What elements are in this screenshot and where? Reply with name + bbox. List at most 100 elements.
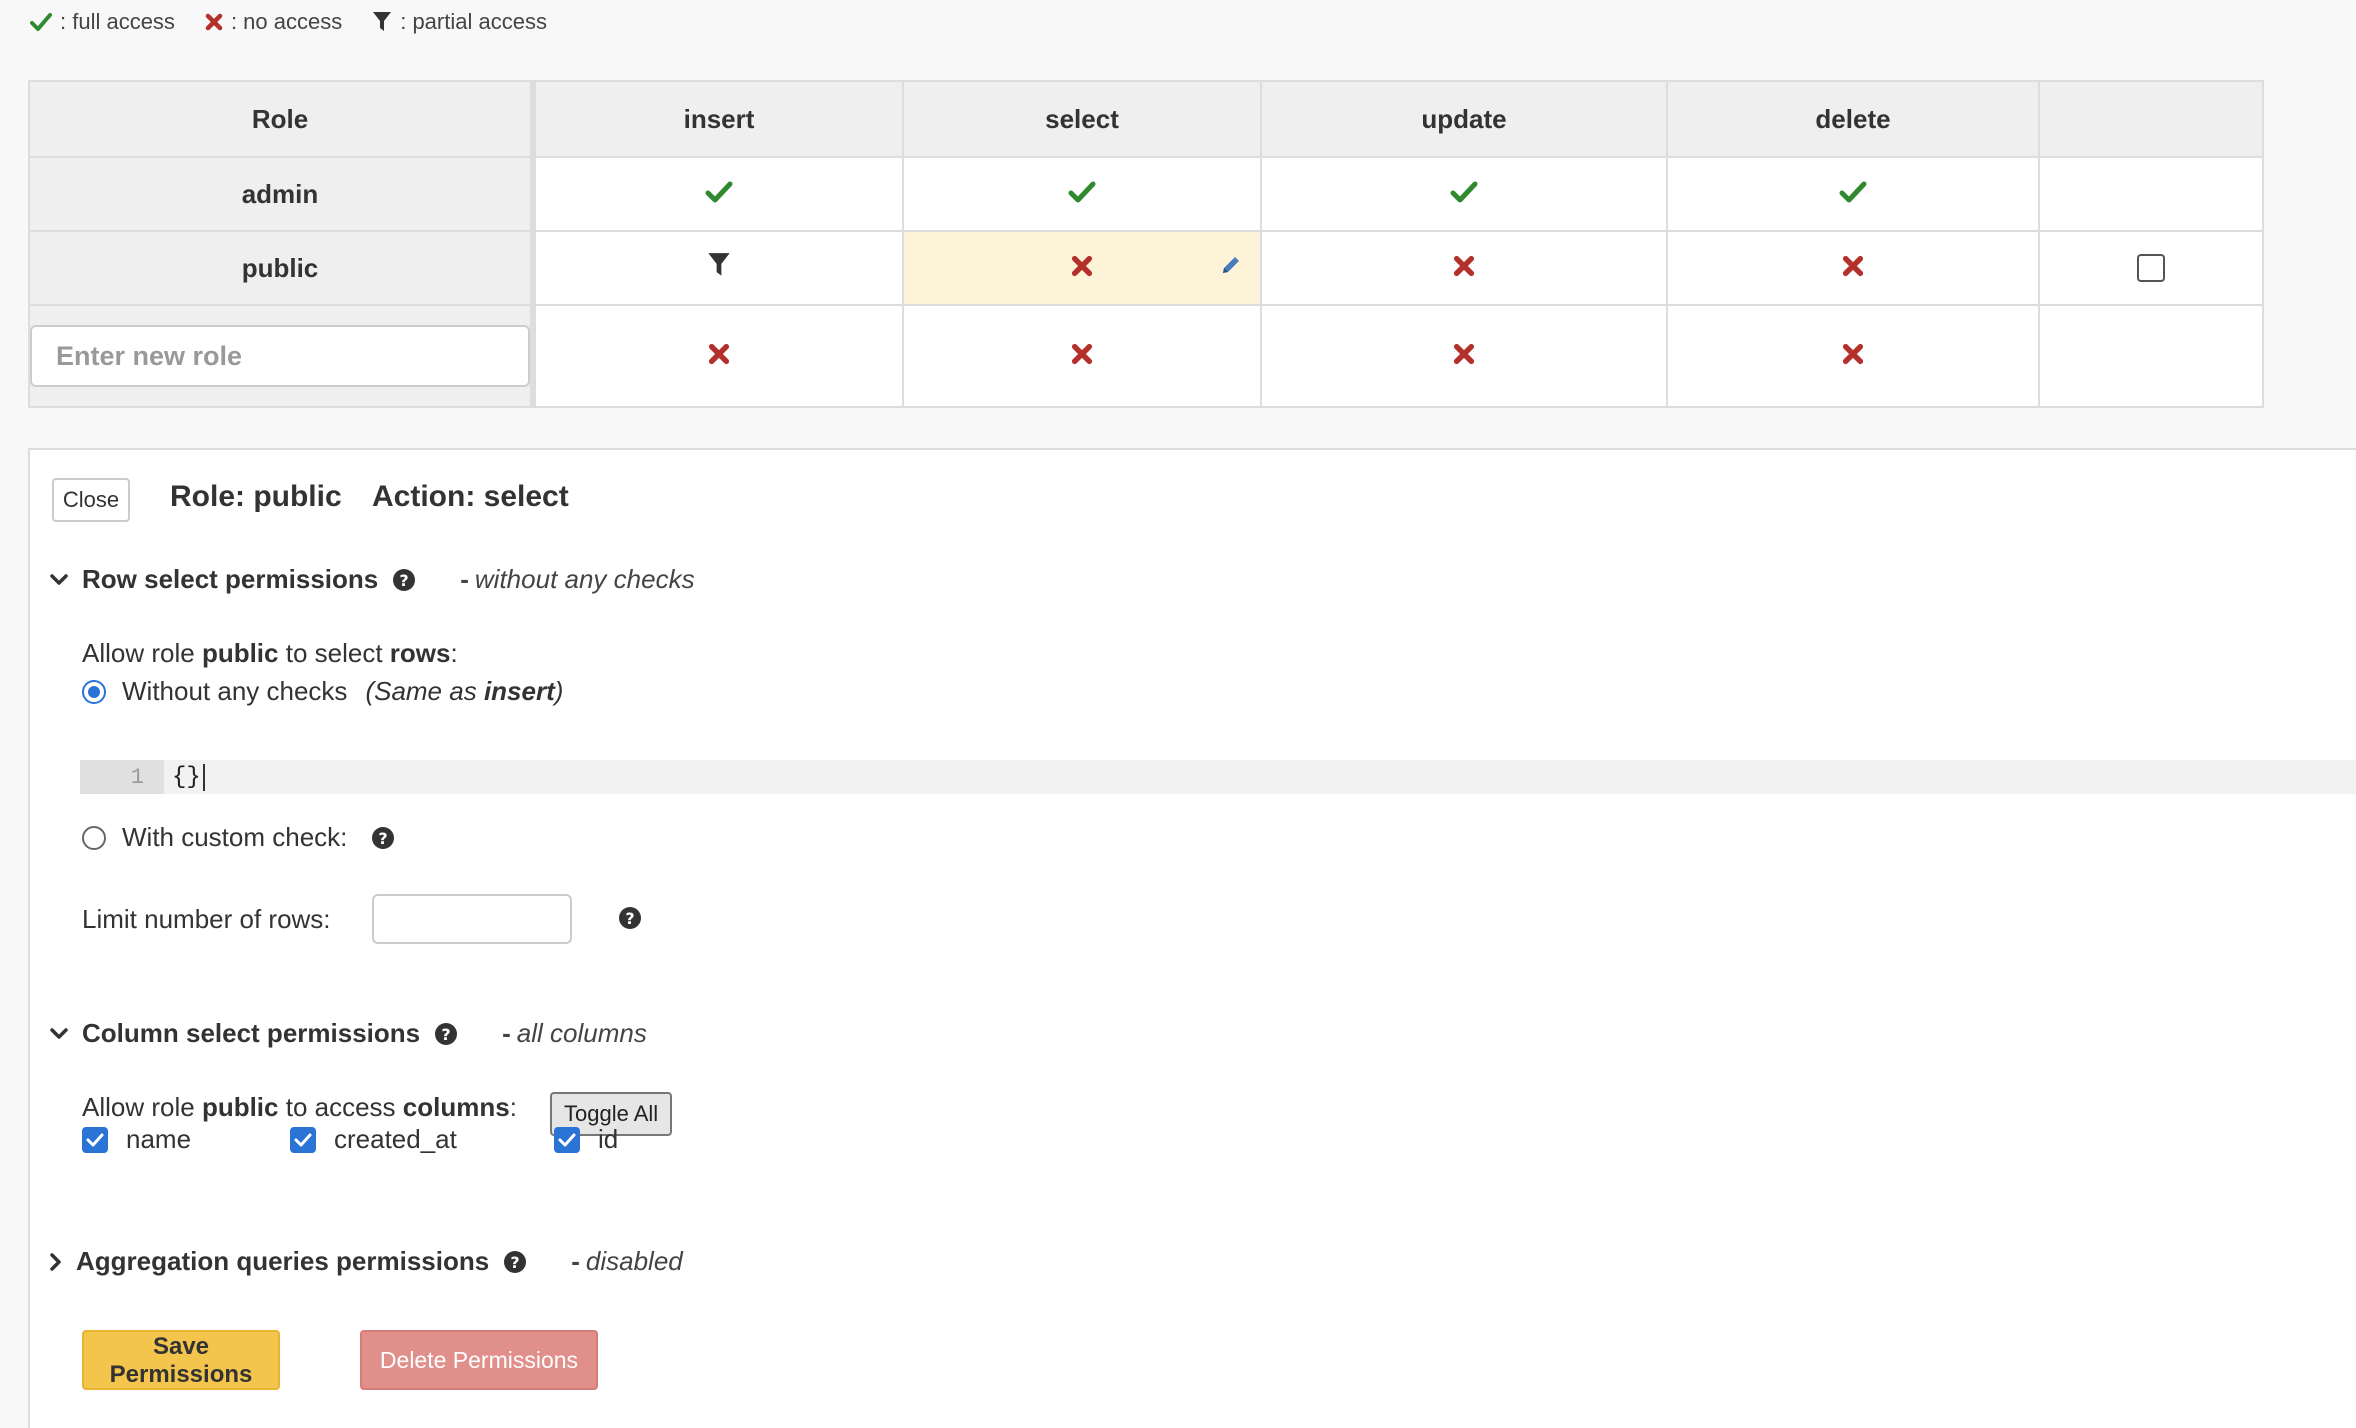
svg-text:?: ? [379,829,388,848]
svg-text:?: ? [625,909,634,928]
column-label: id [598,1124,619,1154]
column-permissions-note: - all columns [502,1018,647,1048]
aggregation-permissions-header[interactable]: Aggregation queries permissions ? - disab… [50,1246,683,1277]
radio-custom-check-label: With custom check: [122,822,348,852]
column-checkbox-created-at[interactable]: created_at [290,1124,457,1155]
radio-custom-check-row[interactable]: With custom check: ? [82,822,395,853]
limit-rows-input[interactable] [372,894,572,944]
header-select: select [902,80,1262,158]
legend-partial-access: : partial access [372,9,547,35]
help-icon[interactable]: ? [371,826,395,850]
limit-rows-label: Limit number of rows: [82,904,331,934]
table-row: admin [28,156,2264,232]
checkbox-checked[interactable] [82,1126,108,1153]
perm-cell-admin-update[interactable] [1260,156,1668,232]
perm-cell-new-delete[interactable] [1666,304,2040,408]
column-checkbox-id[interactable]: id [554,1124,618,1155]
row-permissions-note: - without any checks [460,564,695,594]
check-icon [705,181,733,203]
aggregation-permissions-title: Aggregation queries permissions [76,1246,490,1276]
delete-permissions-button[interactable]: Delete Permissions [360,1330,598,1390]
header-insert: insert [532,80,904,158]
cross-icon [1071,343,1093,365]
chevron-right-icon [50,1252,62,1271]
perm-cell-admin-insert[interactable] [532,156,904,232]
row-allow-text: Allow role public to select rows: [82,638,458,668]
svg-text:?: ? [441,1025,450,1044]
role-name: admin [28,156,536,232]
bulk-cell-new [2038,304,2264,408]
help-icon[interactable]: ? [618,906,642,930]
pencil-icon[interactable] [1220,254,1242,276]
perm-cell-new-select[interactable] [902,304,1262,408]
svg-text:?: ? [511,1253,520,1272]
radio-without-checks-row[interactable]: Without any checks (Same as insert) [82,676,563,707]
help-icon[interactable]: ? [434,1022,458,1046]
perm-cell-public-select[interactable] [902,230,1262,306]
radio-without-checks-label: Without any checks [122,676,348,706]
perm-cell-public-update[interactable] [1260,230,1668,306]
close-button[interactable]: Close [52,478,130,522]
cross-icon [708,343,730,365]
checkbox-checked[interactable] [554,1126,580,1153]
column-allow-text: Allow role public to access columns: [82,1092,517,1122]
legend-none-label: : no access [230,9,343,34]
editor-code[interactable]: {} [172,763,205,791]
column-checkbox-name[interactable]: name [82,1124,191,1155]
header-delete: delete [1666,80,2040,158]
check-icon [1839,181,1867,203]
chevron-down-icon [50,1027,68,1040]
radio-without-checks[interactable] [82,679,106,704]
panel-role-title: Role: public [170,480,342,513]
cross-icon [1453,343,1475,365]
cross-icon [205,13,231,31]
panel-action-title: Action: select [372,480,569,513]
bulk-select-checkbox[interactable] [2137,253,2165,282]
column-label: name [126,1124,192,1154]
bulk-cell-admin [2038,156,2264,232]
chevron-down-icon [50,573,68,586]
column-permissions-header[interactable]: Column select permissions ? - all columns [50,1018,647,1049]
help-icon[interactable]: ? [503,1250,527,1274]
check-code-editor[interactable]: 1 {} [80,760,2356,794]
perm-cell-public-delete[interactable] [1666,230,2040,306]
new-role-cell [28,304,536,408]
access-legend: : full access : no access : partial acce… [30,4,577,40]
radio-custom-check[interactable] [82,825,106,850]
legend-full-label: : full access [60,9,175,34]
table-header-row: Role insert select update delete [28,80,2264,158]
header-bulk [2038,80,2264,158]
column-label: created_at [334,1124,457,1154]
permissions-table: Role insert select update delete admin p… [28,80,2264,408]
legend-partial-label: : partial access [400,9,547,34]
bulk-cell-public [2038,230,2264,306]
cross-icon [1453,255,1475,277]
perm-cell-admin-select[interactable] [902,156,1262,232]
check-icon [1068,181,1096,203]
help-icon[interactable]: ? [392,568,416,592]
filter-icon [706,252,732,278]
new-role-input[interactable] [30,325,530,387]
save-permissions-button[interactable]: Save Permissions [82,1330,280,1390]
perm-cell-public-insert[interactable] [532,230,904,306]
check-icon [30,12,60,32]
header-update: update [1260,80,1668,158]
table-row: public [28,230,2264,306]
cross-icon [1842,343,1864,365]
svg-text:?: ? [400,571,409,590]
checkbox-checked[interactable] [290,1126,316,1153]
perm-cell-new-insert[interactable] [532,304,904,408]
column-permissions-title: Column select permissions [82,1018,421,1048]
role-name: public [28,230,536,306]
perm-cell-new-update[interactable] [1260,304,1668,408]
row-permissions-header[interactable]: Row select permissions ? - without any ch… [50,564,695,595]
new-role-row [28,304,2264,408]
header-role: Role [28,80,536,158]
check-icon [1450,181,1478,203]
same-as-insert-note: (Same as insert) [365,676,564,706]
aggregation-permissions-note: - disabled [571,1246,683,1276]
perm-cell-admin-delete[interactable] [1666,156,2040,232]
cross-icon [1071,255,1093,277]
legend-full-access: : full access [30,9,175,35]
row-permissions-title: Row select permissions [82,564,379,594]
